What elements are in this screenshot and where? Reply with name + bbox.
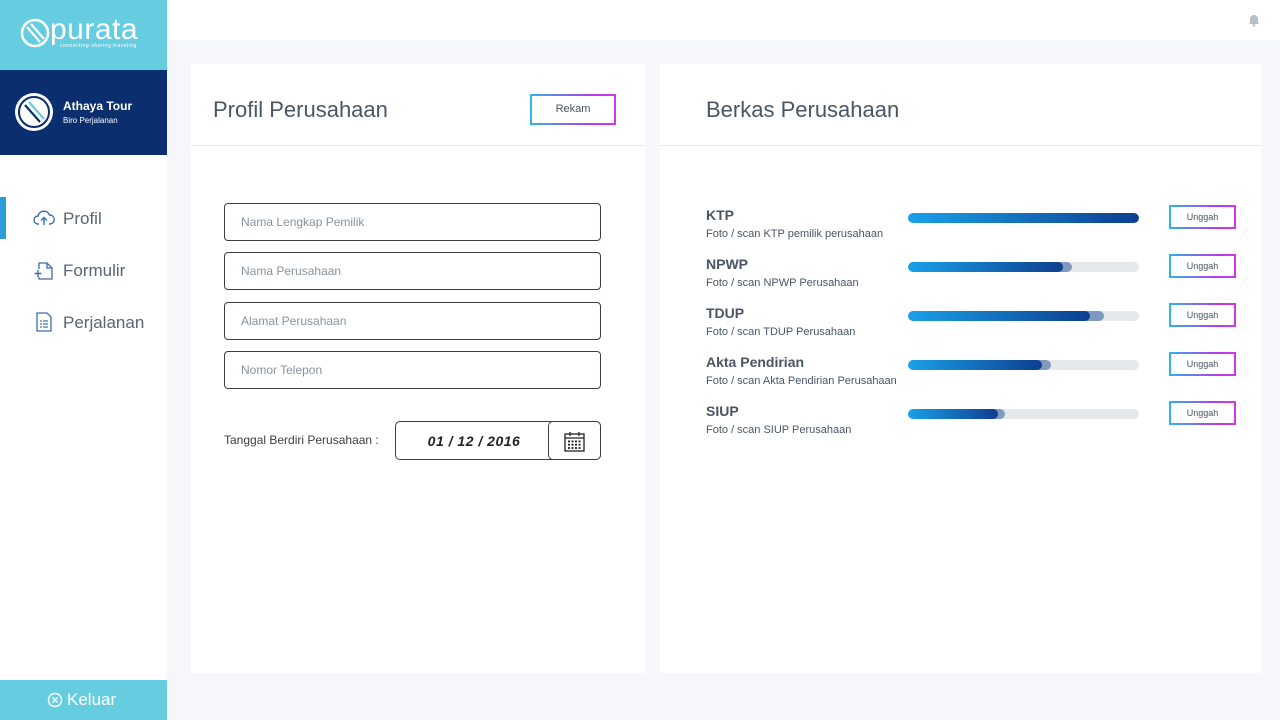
phone-number-input[interactable] bbox=[225, 352, 581, 388]
file-name: NPWP bbox=[706, 256, 748, 272]
account-panel: Athaya Tour Biro Perjalanan bbox=[0, 70, 167, 155]
company-address-field[interactable] bbox=[224, 302, 601, 340]
company-name-field[interactable] bbox=[224, 252, 601, 290]
files-title: Berkas Perusahaan bbox=[706, 97, 900, 122]
bell-icon[interactable] bbox=[1247, 13, 1261, 27]
file-name: Akta Pendirian bbox=[706, 354, 805, 370]
company-name-input[interactable] bbox=[225, 253, 581, 289]
brand-tagline: connecting·sharing·traveling bbox=[60, 43, 137, 49]
progress-fill bbox=[908, 213, 1139, 223]
file-description: Foto / scan NPWP Perusahaan bbox=[706, 277, 859, 289]
logout-button[interactable]: Keluar bbox=[0, 680, 167, 720]
upload-progress-bar bbox=[908, 409, 1139, 419]
divider bbox=[660, 145, 1261, 146]
file-name: KTP bbox=[706, 207, 734, 223]
brand-name: purata bbox=[50, 13, 139, 46]
file-description: Foto / scan SIUP Perusahaan bbox=[706, 424, 852, 436]
calendar-button[interactable] bbox=[548, 421, 601, 460]
sidebar: purata connecting·sharing·traveling Atha… bbox=[0, 0, 167, 720]
file-description: Foto / scan Akta Pendirian Perusahaan bbox=[706, 375, 897, 387]
purata-logo-icon bbox=[20, 18, 50, 48]
sidebar-item-label: Profil bbox=[63, 209, 102, 228]
file-row-siup: SIUP Foto / scan SIUP Perusahaan Unggah bbox=[706, 403, 1246, 443]
file-name: TDUP bbox=[706, 305, 745, 321]
top-bar bbox=[167, 0, 1280, 40]
avatar bbox=[15, 93, 53, 131]
upload-progress-bar bbox=[908, 262, 1139, 272]
calendar-icon bbox=[564, 432, 585, 452]
company-address-input[interactable] bbox=[225, 303, 581, 339]
file-description: Foto / scan KTP pemilik perusahaan bbox=[706, 228, 884, 240]
file-row-npwp: NPWP Foto / scan NPWP Perusahaan Unggah bbox=[706, 256, 1246, 296]
close-circle-icon bbox=[47, 692, 63, 708]
files-card: Berkas Perusahaan KTP Foto / scan KTP pe… bbox=[660, 64, 1261, 673]
cloud-upload-icon bbox=[33, 210, 55, 225]
file-row-ktp: KTP Foto / scan KTP pemilik perusahaan U… bbox=[706, 207, 1246, 247]
upload-button[interactable]: Unggah bbox=[1169, 303, 1236, 327]
owner-name-input[interactable] bbox=[225, 204, 581, 240]
document-list-icon bbox=[36, 312, 52, 332]
upload-button[interactable]: Unggah bbox=[1169, 352, 1236, 376]
sidebar-item-formulir[interactable]: Formulir bbox=[0, 249, 167, 293]
upload-button[interactable]: Unggah bbox=[1169, 205, 1236, 229]
upload-button[interactable]: Unggah bbox=[1169, 254, 1236, 278]
file-add-icon bbox=[34, 262, 53, 280]
purata-logo-icon bbox=[18, 96, 50, 128]
founding-date-picker[interactable]: 01 / 12 / 2016 bbox=[395, 421, 601, 460]
owner-name-field[interactable] bbox=[224, 203, 601, 241]
progress-fill bbox=[908, 360, 1042, 370]
page-title: Profil Perusahaan bbox=[213, 97, 388, 122]
file-description: Foto / scan TDUP Perusahaan bbox=[706, 326, 856, 338]
sidebar-item-profil[interactable]: Profil bbox=[0, 197, 167, 241]
divider bbox=[191, 145, 645, 146]
progress-fill bbox=[908, 311, 1091, 321]
progress-fill bbox=[908, 262, 1063, 272]
sidebar-item-perjalanan[interactable]: Perjalanan bbox=[0, 301, 167, 345]
phone-number-field[interactable] bbox=[224, 351, 601, 389]
upload-button[interactable]: Unggah bbox=[1169, 401, 1236, 425]
account-subtitle: Biro Perjalanan bbox=[63, 116, 118, 125]
upload-progress-bar bbox=[908, 213, 1139, 223]
sidebar-item-label: Perjalanan bbox=[63, 313, 145, 332]
profile-card: Profil Perusahaan Rekam Tanggal Berdiri … bbox=[191, 64, 645, 673]
sidebar-item-label: Formulir bbox=[63, 261, 126, 280]
file-row-akta-pendirian: Akta Pendirian Foto / scan Akta Pendiria… bbox=[706, 354, 1246, 394]
record-button[interactable]: Rekam bbox=[530, 94, 616, 125]
progress-fill bbox=[908, 409, 999, 419]
file-name: SIUP bbox=[706, 403, 739, 419]
upload-progress-bar bbox=[908, 311, 1139, 321]
file-row-tdup: TDUP Foto / scan TDUP Perusahaan Unggah bbox=[706, 305, 1246, 345]
account-name: Athaya Tour bbox=[63, 99, 133, 113]
brand-header: purata connecting·sharing·traveling bbox=[0, 0, 167, 70]
upload-progress-bar bbox=[908, 360, 1139, 370]
founding-date-label: Tanggal Berdiri Perusahaan : bbox=[224, 433, 379, 447]
founding-date-value[interactable]: 01 / 12 / 2016 bbox=[396, 433, 552, 449]
logout-label: Keluar bbox=[67, 690, 117, 709]
